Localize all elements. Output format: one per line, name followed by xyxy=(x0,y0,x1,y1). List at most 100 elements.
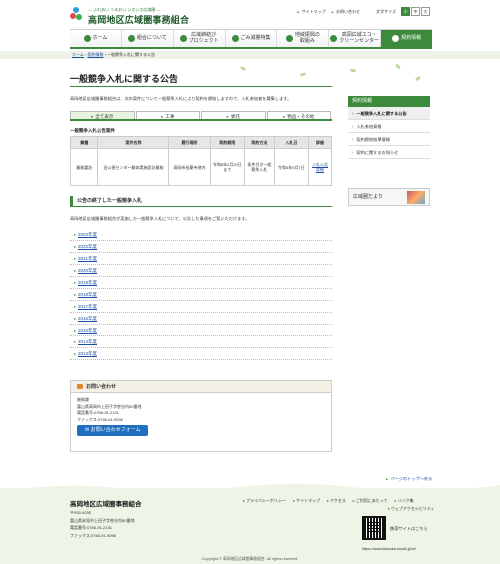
footer-org-name: 高岡地区広域圏事務組合 xyxy=(70,501,142,508)
nav-waste[interactable]: ごみ減量特集 xyxy=(226,30,278,47)
leaf-icon xyxy=(394,63,402,70)
footer-address: 〒935-0035 富山県氷見市上田子字笹谷内50番地 電話番号:0766-91… xyxy=(70,510,135,538)
footer-links: プライバシーポリシー サイトマップ アクセス ご利用にあたって リンク集 xyxy=(243,498,414,504)
recycle-icon xyxy=(231,35,239,42)
footer-access-link[interactable]: アクセス xyxy=(327,498,346,504)
copyright: Copyright © 高岡地区広域圏事務組合. All rights rese… xyxy=(201,557,299,561)
magazine-icon xyxy=(407,191,425,204)
list-item: 2014年度 xyxy=(70,336,332,349)
filter-tabs: 全て表示 工事 委託 物品・その他 xyxy=(70,111,332,121)
tab-consignment[interactable]: 委託 xyxy=(201,111,266,119)
ended-section-title: 公告の終了した一般競争入札 xyxy=(70,196,332,207)
sidebar-item-qualification[interactable]: 入札参加資格 xyxy=(348,120,430,133)
tab-construction[interactable]: 工事 xyxy=(135,111,200,119)
footer-accessibility-link[interactable]: ウェブアクセシビリティ xyxy=(388,506,435,512)
contact-link[interactable]: お問い合わせ xyxy=(332,9,360,15)
breadcrumb-current: 一般競争入札に関する公告 xyxy=(107,52,156,57)
table-title: 一般競争入札公告案件 xyxy=(70,128,115,133)
list-item: 2020年度 xyxy=(70,265,332,277)
year-link[interactable]: 2022年度 xyxy=(78,244,97,249)
contact-body: 総務課 富山県高岡市上田子字笹谷内50番地 電話番号:0766-91-2101 … xyxy=(71,393,331,440)
cell-industry: 業務委託 xyxy=(69,148,99,186)
list-item: 2021年度 xyxy=(70,253,332,265)
nav-home[interactable]: ホーム xyxy=(70,30,122,47)
year-link[interactable]: 2015年度 xyxy=(78,328,97,333)
list-item: 2017年度 xyxy=(70,301,332,313)
footer-sitemap-link[interactable]: サイトマップ xyxy=(293,498,320,504)
col-method: 契約方法 xyxy=(243,136,275,149)
factory-icon xyxy=(330,35,338,42)
year-link[interactable]: 2016年度 xyxy=(78,316,97,321)
nav-eco-center[interactable]: 高岡広域エコ・ クリーンセンター xyxy=(329,30,382,47)
year-link[interactable]: 2018年度 xyxy=(78,292,97,297)
col-name: 案件名称 xyxy=(97,136,170,149)
nav-regional[interactable]: 地域振興の 取組み xyxy=(277,30,330,47)
year-link[interactable]: 2023年度 xyxy=(78,232,97,237)
nav-contract[interactable]: 契約情報 xyxy=(381,30,433,47)
sitemap-link[interactable]: サイトマップ xyxy=(297,9,326,15)
cell-deadline: 令和8年2月20日まで xyxy=(209,148,245,186)
building-icon xyxy=(127,35,135,42)
contact-form-button[interactable]: ✉ お問い合わせフォーム xyxy=(77,425,149,436)
breadcrumb-parent[interactable]: 契約情報 xyxy=(87,52,103,57)
leaf-icon xyxy=(414,75,422,82)
ended-section-text: 高岡地区広域圏事務組合が実施した一般競争入札について、公告した事項をご覧いただけ… xyxy=(70,216,250,221)
year-link[interactable]: 2013年度 xyxy=(78,351,97,356)
leaf-icon xyxy=(239,65,247,72)
list-item: 2023年度 xyxy=(70,229,332,241)
col-industry: 業種 xyxy=(69,136,99,149)
footer-terms-link[interactable]: ご利用にあたって xyxy=(353,498,388,504)
col-date: 入札日 xyxy=(273,136,310,149)
nav-project[interactable]: 広域締結び プロジェクト xyxy=(174,30,226,47)
detail-link[interactable]: 入札公告詳細 xyxy=(312,162,328,172)
tab-all[interactable]: 全て表示 xyxy=(70,111,135,119)
year-link[interactable]: 2014年度 xyxy=(78,339,97,344)
font-small-button[interactable]: 小 xyxy=(401,7,410,16)
breadcrumb: ホーム › 契約情報 › 一般競争入札に関する公告 xyxy=(0,51,500,59)
qr-url: https://www.takaoka-kouiki.jp/m/ xyxy=(362,547,417,551)
sidebar-item-news[interactable]: 契約に関するお知らせ xyxy=(348,146,430,159)
year-link[interactable]: 2019年度 xyxy=(78,280,97,285)
home-icon xyxy=(83,35,91,42)
sidebar-item-results[interactable]: 契約締結結果情報 xyxy=(348,133,430,146)
sidebar-item-notice[interactable]: 一般競争入札に関する公告 xyxy=(348,107,430,120)
newsletter-banner[interactable]: 広域圏だより xyxy=(348,188,430,206)
sidebar-head[interactable]: 契約情報 xyxy=(348,96,430,107)
list-item: 2015年度 xyxy=(70,325,332,337)
table-header-row: 業種 案件名称 履行場所 契約期限 契約方法 入札日 詳細 xyxy=(69,136,332,149)
footer-privacy-link[interactable]: プライバシーポリシー xyxy=(243,498,286,504)
col-place: 履行場所 xyxy=(168,136,211,149)
sidebar: 契約情報 一般競争入札に関する公告 入札参加資格 契約締結結果情報 契約に関する… xyxy=(348,96,430,159)
col-detail: 詳細 xyxy=(308,136,332,149)
table-row: 業務委託 旧公害センター解体実施設計業務 高岡市長慶寺地内 令和8年2月20日ま… xyxy=(69,148,332,186)
font-size-label: 文字サイズ xyxy=(376,9,396,14)
col-deadline: 契約期限 xyxy=(209,136,245,149)
list-item: 2016年度 xyxy=(70,313,332,325)
document-icon xyxy=(392,35,400,42)
font-large-button[interactable]: 大 xyxy=(421,7,430,16)
tender-table: 業種 案件名称 履行場所 契約期限 契約方法 入札日 詳細 業務委託 旧公害セン… xyxy=(69,136,332,186)
breadcrumb-home[interactable]: ホーム xyxy=(72,52,84,57)
font-size-controls: 小 中 大 xyxy=(401,7,430,16)
footer-links-link[interactable]: リンク集 xyxy=(395,498,414,504)
font-medium-button[interactable]: 中 xyxy=(411,7,420,16)
contact-fax: ファックス:0766-91-9096 xyxy=(77,416,123,422)
tab-goods[interactable]: 物品・その他 xyxy=(266,111,331,119)
year-link[interactable]: 2020年度 xyxy=(78,268,97,273)
year-link[interactable]: 2021年度 xyxy=(78,256,97,261)
intro-text: 高岡地区広域圏事務組合は、次の案件について一般競争入札により契約を締結しますので… xyxy=(70,96,292,101)
contact-title: お問い合わせ xyxy=(71,381,331,393)
qr-code-icon xyxy=(362,516,386,540)
leaf-icon xyxy=(349,68,357,73)
footer-wave xyxy=(0,483,500,492)
year-link[interactable]: 2017年度 xyxy=(78,304,97,309)
year-list: 2023年度 2022年度 2021年度 2020年度 2019年度 2018年… xyxy=(70,229,332,361)
cell-date: 令和5年9月7日 xyxy=(273,148,310,186)
list-item: 2019年度 xyxy=(70,277,332,289)
nav-about[interactable]: 組合について xyxy=(122,30,174,47)
qr-label: 携帯サイトはこちら xyxy=(390,526,428,531)
leaf-icon xyxy=(299,72,307,77)
site-title[interactable]: 高岡地区広域圏事務組合 xyxy=(88,13,189,26)
logo-icon[interactable] xyxy=(69,6,83,22)
cell-name: 旧公害センター解体実施設計業務 xyxy=(97,148,170,186)
